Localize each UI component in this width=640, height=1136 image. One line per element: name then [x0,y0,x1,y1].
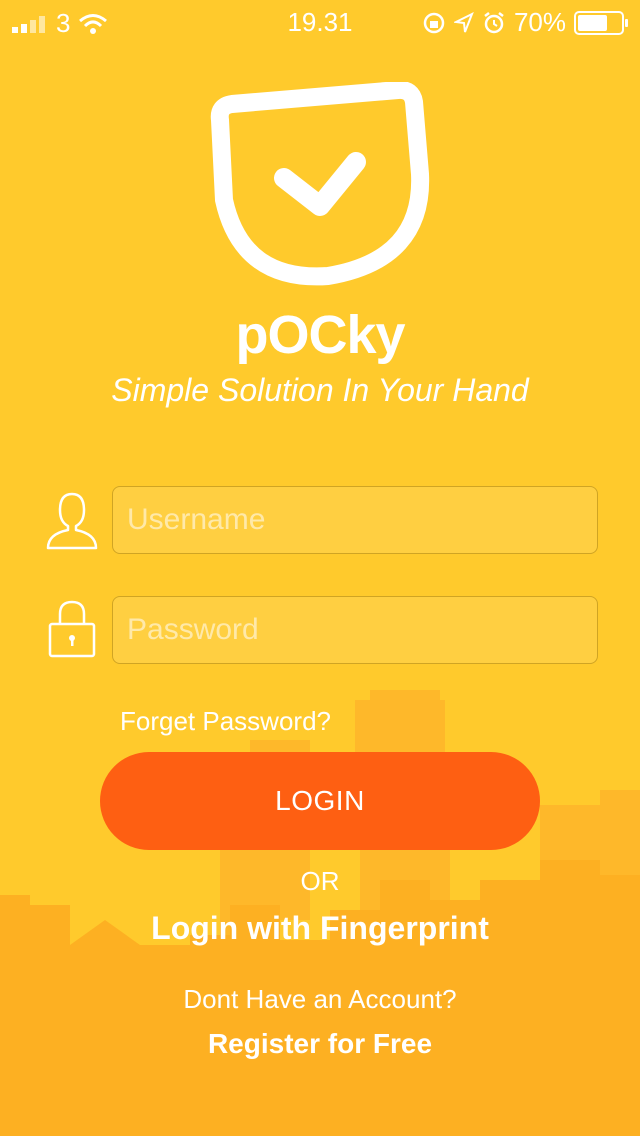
or-separator: OR [300,866,340,896]
status-bar: 3 19.31 70% [0,0,640,40]
no-account-text: Dont Have an Account? [183,984,457,1014]
alarm-icon [484,11,504,33]
app-name: pOCky [235,305,405,365]
location-icon [453,11,474,32]
status-right: 70% [422,7,630,38]
forget-password-link[interactable]: Forget Password? [120,706,331,737]
username-input[interactable] [113,487,597,553]
battery-percentage: 70% [513,7,566,37]
login-button[interactable]: LOGIN [100,752,540,850]
battery-icon [574,10,628,35]
register-link[interactable]: Register for Free [0,1028,640,1060]
pocket-logo-icon [210,82,430,286]
user-icon [46,492,98,550]
password-field[interactable] [112,596,598,664]
username-field[interactable] [112,486,598,554]
app-tagline: Simple Solution In Your Hand [111,372,529,408]
lock-icon [48,600,96,658]
orientation-lock-icon [423,12,445,33]
fingerprint-login-link[interactable]: Login with Fingerprint [0,910,640,947]
password-input[interactable] [113,597,597,663]
